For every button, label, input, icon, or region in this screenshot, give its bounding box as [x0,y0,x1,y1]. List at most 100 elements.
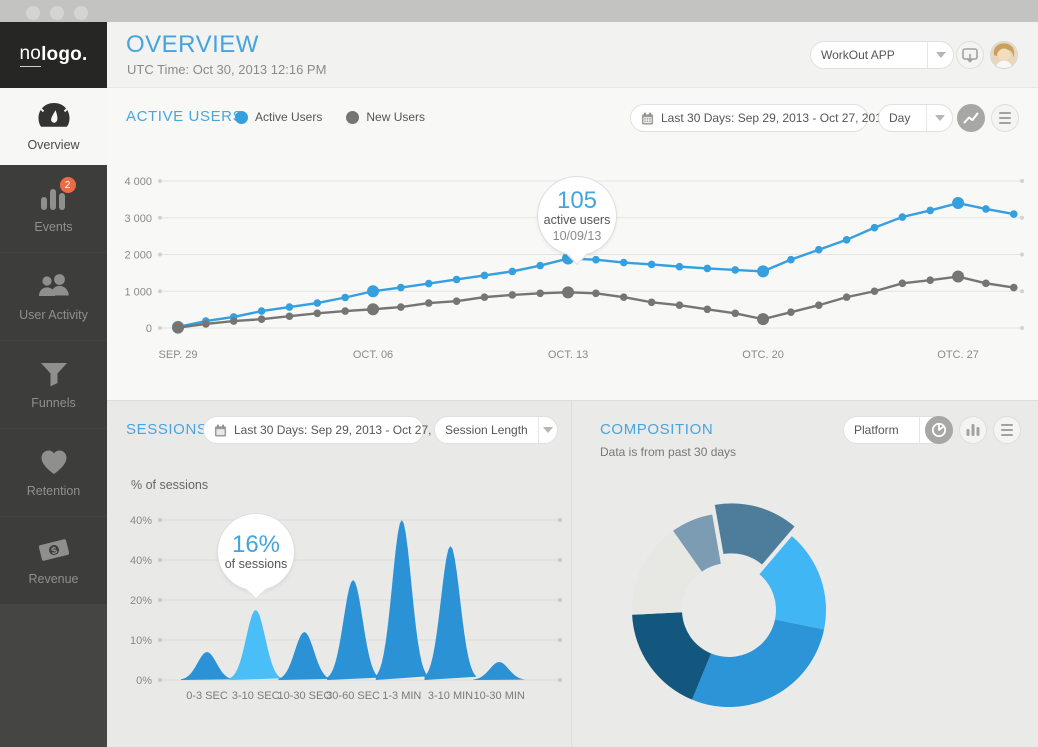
data-point[interactable] [592,289,600,297]
sessions-metric-selector[interactable]: Session Length [434,416,558,444]
sidebar-item-funnels[interactable]: Funnels [0,341,107,429]
data-point[interactable] [592,256,600,264]
avatar[interactable] [990,41,1018,69]
chart-menu-button[interactable] [991,104,1019,132]
data-point[interactable] [676,263,684,271]
composition-title: COMPOSITION [600,421,713,438]
bar-view-button[interactable] [959,416,987,444]
data-point[interactable] [230,317,238,325]
data-point[interactable] [704,305,712,313]
logo[interactable]: nologo. [0,22,107,88]
data-point[interactable] [815,246,823,254]
window-dot-icon[interactable] [26,6,40,20]
data-point[interactable] [536,289,544,297]
data-point[interactable] [202,320,210,328]
data-point[interactable] [397,284,405,292]
data-point[interactable] [314,299,322,307]
pie-view-button[interactable] [925,416,953,444]
data-point[interactable] [425,299,433,307]
data-point[interactable] [481,293,489,301]
data-point[interactable] [731,310,739,318]
date-range-selector[interactable]: Last 30 Days: Sep 29, 2013 - Oct 27, 201… [630,104,868,132]
data-point[interactable] [787,308,795,316]
data-point[interactable] [397,303,405,311]
data-point[interactable] [453,297,461,305]
data-point[interactable] [843,236,851,244]
data-point[interactable] [871,224,879,232]
sidebar-item-overview[interactable]: Overview [0,88,107,165]
data-point[interactable] [843,293,851,301]
sidebar-item-user-activity[interactable]: User Activity [0,253,107,341]
data-point[interactable] [286,312,294,320]
data-point[interactable] [899,280,907,288]
data-point[interactable] [757,265,769,277]
data-point[interactable] [871,287,879,295]
data-point[interactable] [562,286,574,298]
data-point[interactable] [481,272,489,280]
legend-dot [346,111,359,124]
data-point[interactable] [815,301,823,309]
data-point[interactable] [952,197,964,209]
data-point[interactable] [367,303,379,315]
granularity-caret[interactable] [926,105,952,131]
data-point[interactable] [314,310,322,318]
svg-text:4 000: 4 000 [124,176,152,188]
line-chart-view-button[interactable] [957,104,985,132]
session-length-peak[interactable] [278,632,330,680]
composition-panel: COMPOSITION Data is from past 30 days Pl… [572,400,1038,747]
data-point[interactable] [286,303,294,311]
data-point[interactable] [704,265,712,273]
app-selector[interactable]: WorkOut APP [810,41,954,69]
data-point[interactable] [926,276,934,284]
window-dot-icon[interactable] [50,6,64,20]
donut-segment[interactable] [692,619,824,707]
data-point[interactable] [620,259,628,267]
data-point[interactable] [341,307,349,315]
sessions-metric-caret[interactable] [538,417,557,443]
sidebar-item-revenue[interactable]: $ Revenue [0,517,107,605]
sidebar-item-events[interactable]: 2 Events [0,165,107,253]
granularity-selector[interactable]: Day [878,104,953,132]
data-point[interactable] [367,285,379,297]
sessions-date-range-selector[interactable]: Last 30 Days: Sep 29, 2013 - Oct 27, 201… [203,416,424,444]
composition-menu-button[interactable] [993,416,1021,444]
legend-item-new-users[interactable]: New Users [346,110,425,124]
data-point[interactable] [982,205,990,213]
session-length-peak[interactable] [425,546,477,680]
data-point[interactable] [453,276,461,284]
export-button[interactable] [956,41,984,69]
session-length-peak[interactable] [327,580,379,680]
data-point[interactable] [1010,210,1018,218]
data-point[interactable] [509,291,517,299]
session-length-peak[interactable] [473,662,525,680]
data-point[interactable] [926,207,934,215]
session-length-peak[interactable] [181,652,233,680]
data-point[interactable] [648,298,656,306]
data-point[interactable] [899,213,907,221]
sessions-chart[interactable]: 40%40%20%10%0%0-3 SEC3-10 SEC10-30 SEC30… [107,501,572,716]
legend-item-active-users[interactable]: Active Users [235,110,322,124]
data-point[interactable] [1010,284,1018,292]
data-point[interactable] [952,271,964,283]
data-point[interactable] [341,294,349,302]
sidebar-item-retention[interactable]: Retention [0,429,107,517]
data-point[interactable] [757,313,769,325]
data-point[interactable] [648,261,656,269]
app-selector-caret[interactable] [927,42,953,68]
data-point[interactable] [509,268,517,276]
data-point[interactable] [258,315,266,323]
data-point[interactable] [258,307,266,315]
data-point[interactable] [676,301,684,309]
data-point[interactable] [787,256,795,264]
data-point[interactable] [536,262,544,270]
svg-text:OCT. 13: OCT. 13 [548,349,588,361]
data-point[interactable] [172,322,184,334]
data-point[interactable] [620,293,628,301]
sidebar-item-label: Events [34,220,72,234]
data-point[interactable] [731,266,739,274]
window-dot-icon[interactable] [74,6,88,20]
data-point[interactable] [425,280,433,288]
composition-donut-chart[interactable] [609,490,849,730]
data-point[interactable] [982,280,990,288]
session-length-peak[interactable] [230,610,282,680]
